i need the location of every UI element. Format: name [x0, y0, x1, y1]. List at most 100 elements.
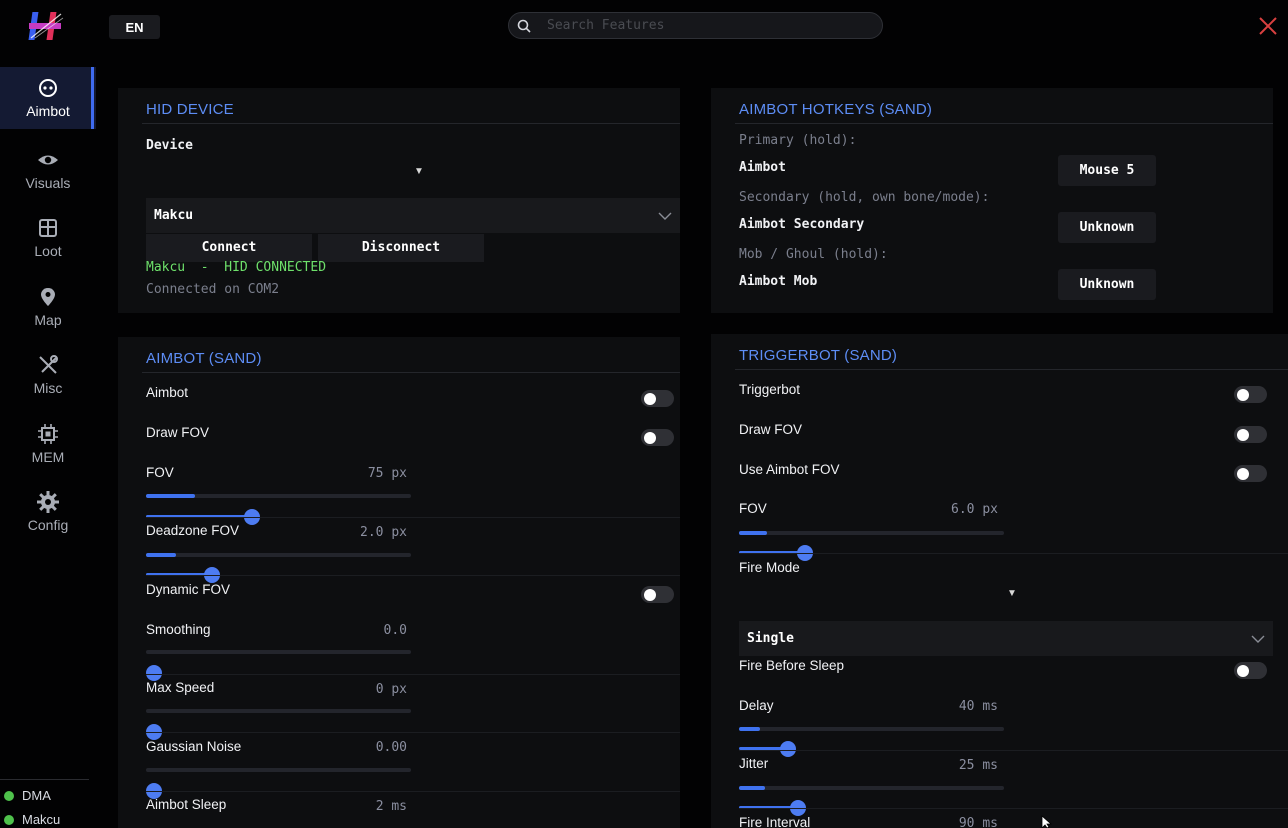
smoothing-value: 0.0 — [383, 623, 407, 638]
triggerbot-label: Triggerbot — [739, 382, 801, 397]
sidebar-item-aimbot[interactable]: Aimbot — [0, 67, 96, 129]
triggerbot-panel: TRIGGERBOT (SAND) Triggerbot Draw FOV Us… — [711, 334, 1288, 828]
caret-down-icon[interactable]: ▼ — [1007, 588, 1017, 599]
status-makcu: Makcu — [4, 812, 60, 827]
dynamic-fov-label: Dynamic FOV — [146, 582, 231, 597]
trigger-draw-fov-toggle[interactable] — [1234, 426, 1267, 443]
target-icon — [39, 79, 57, 97]
smoothing-label: Smoothing — [146, 622, 211, 637]
hotkey-label: Aimbot — [739, 160, 786, 175]
hotkey-caption: Secondary (hold, own bone/mode): — [739, 190, 990, 205]
trigger-fov-track-fill — [739, 531, 767, 535]
port-status: Connected on COM2 — [146, 282, 280, 297]
status-label: DMA — [22, 788, 51, 803]
close-icon[interactable] — [1257, 15, 1279, 37]
sidebar-item-loot[interactable]: Loot — [0, 204, 96, 273]
row-divider — [739, 553, 1288, 554]
hotkey-primary-button[interactable]: Mouse 5 — [1058, 155, 1156, 186]
connect-button[interactable]: Connect — [146, 234, 312, 262]
hid-device-panel: HID DEVICE Device ▼ Makcu Connect Discon… — [118, 88, 680, 313]
device-select[interactable]: Makcu — [146, 198, 680, 233]
panel-title: HID DEVICE — [146, 101, 234, 118]
hotkey-label: Aimbot Secondary — [739, 217, 865, 232]
caret-down-icon[interactable]: ▼ — [414, 166, 424, 177]
deadzone-value: 2.0 px — [360, 525, 407, 540]
fire-mode-select-value: Single — [747, 631, 794, 646]
draw-fov-toggle[interactable] — [641, 429, 674, 446]
fov-value: 75 px — [367, 466, 407, 481]
panel-title: TRIGGERBOT (SAND) — [739, 347, 898, 364]
fire-mode-label: Fire Mode — [739, 560, 800, 575]
hotkey-secondary-button[interactable]: Unknown — [1058, 212, 1156, 243]
max-speed-label: Max Speed — [146, 680, 215, 695]
delay-slider[interactable] — [739, 741, 796, 757]
sidebar-item-map[interactable]: Map — [0, 273, 96, 342]
use-aimbot-fov-toggle[interactable] — [1234, 465, 1267, 482]
divider — [735, 123, 1273, 124]
triggerbot-toggle[interactable] — [1234, 386, 1267, 403]
max-speed-value: 0 px — [375, 682, 407, 697]
trigger-draw-fov-label: Draw FOV — [739, 422, 803, 437]
fire-mode-select[interactable]: Single — [739, 621, 1273, 656]
search-input[interactable] — [545, 17, 849, 34]
dynamic-fov-toggle[interactable] — [641, 586, 674, 603]
sidebar-item-visuals[interactable]: Visuals — [0, 136, 96, 205]
row-divider — [146, 791, 680, 792]
gear-icon — [37, 491, 59, 514]
trigger-fov-label: FOV — [739, 501, 767, 516]
aimbot-label: Aimbot — [146, 385, 189, 400]
mouse-cursor-icon — [1041, 815, 1053, 828]
hotkey-mob-button[interactable]: Unknown — [1058, 269, 1156, 300]
deadzone-track — [146, 553, 411, 557]
draw-fov-label: Draw FOV — [146, 425, 210, 440]
sidebar-item-label: Misc — [33, 380, 63, 397]
gaussian-noise-label: Gaussian Noise — [146, 739, 242, 754]
app-logo-icon — [28, 12, 64, 40]
fire-before-sleep-label: Fire Before Sleep — [739, 658, 845, 673]
fov-track-fill — [146, 494, 195, 498]
chevron-down-icon — [1251, 635, 1265, 643]
device-name: Makcu — [146, 260, 186, 275]
fov-label: FOV — [146, 465, 174, 480]
sidebar-item-label: Map — [34, 311, 62, 328]
status-dot-icon — [4, 790, 14, 801]
status-dot-icon — [4, 814, 14, 825]
smoothing-slider[interactable] — [146, 665, 162, 681]
slider-knob[interactable] — [146, 665, 162, 681]
sidebar-item-label: MEM — [31, 448, 65, 465]
sidebar-item-label: Loot — [34, 243, 62, 260]
map-pin-icon — [41, 287, 55, 306]
row-divider — [146, 575, 680, 576]
fire-interval-label: Fire Interval — [739, 815, 811, 828]
connection-status: Makcu - HID CONNECTED — [146, 260, 326, 275]
language-button[interactable]: EN — [109, 15, 160, 39]
delay-label: Delay — [739, 698, 774, 713]
sidebar-item-mem[interactable]: MEM — [0, 410, 96, 479]
delay-track — [739, 727, 1004, 731]
disconnect-button[interactable]: Disconnect — [318, 234, 484, 262]
device-label: Device — [146, 138, 193, 153]
divider — [142, 123, 680, 124]
row-divider — [739, 750, 1288, 751]
fire-before-sleep-toggle[interactable] — [1234, 662, 1267, 679]
trigger-fov-value: 6.0 px — [951, 502, 998, 517]
sidebar-item-misc[interactable]: Misc — [0, 341, 96, 410]
box-icon — [39, 219, 57, 238]
gaussian-noise-track — [146, 768, 411, 772]
fov-track — [146, 494, 411, 498]
sidebar-item-config[interactable]: Config — [0, 478, 96, 547]
jitter-value: 25 ms — [958, 758, 998, 773]
smoothing-track — [146, 650, 411, 654]
row-divider — [739, 808, 1288, 809]
tools-icon — [39, 355, 58, 374]
row-divider — [146, 732, 680, 733]
status-divider — [0, 779, 89, 780]
slider-knob[interactable] — [780, 741, 796, 757]
sidebar-item-label: Config — [27, 517, 69, 534]
search-bar[interactable] — [508, 12, 883, 39]
aimbot-toggle[interactable] — [641, 390, 674, 407]
row-divider — [146, 517, 680, 518]
divider — [142, 372, 680, 373]
chevron-down-icon — [658, 212, 672, 220]
sidebar: Aimbot Visuals Loot Map Misc MEM Config — [0, 67, 96, 547]
